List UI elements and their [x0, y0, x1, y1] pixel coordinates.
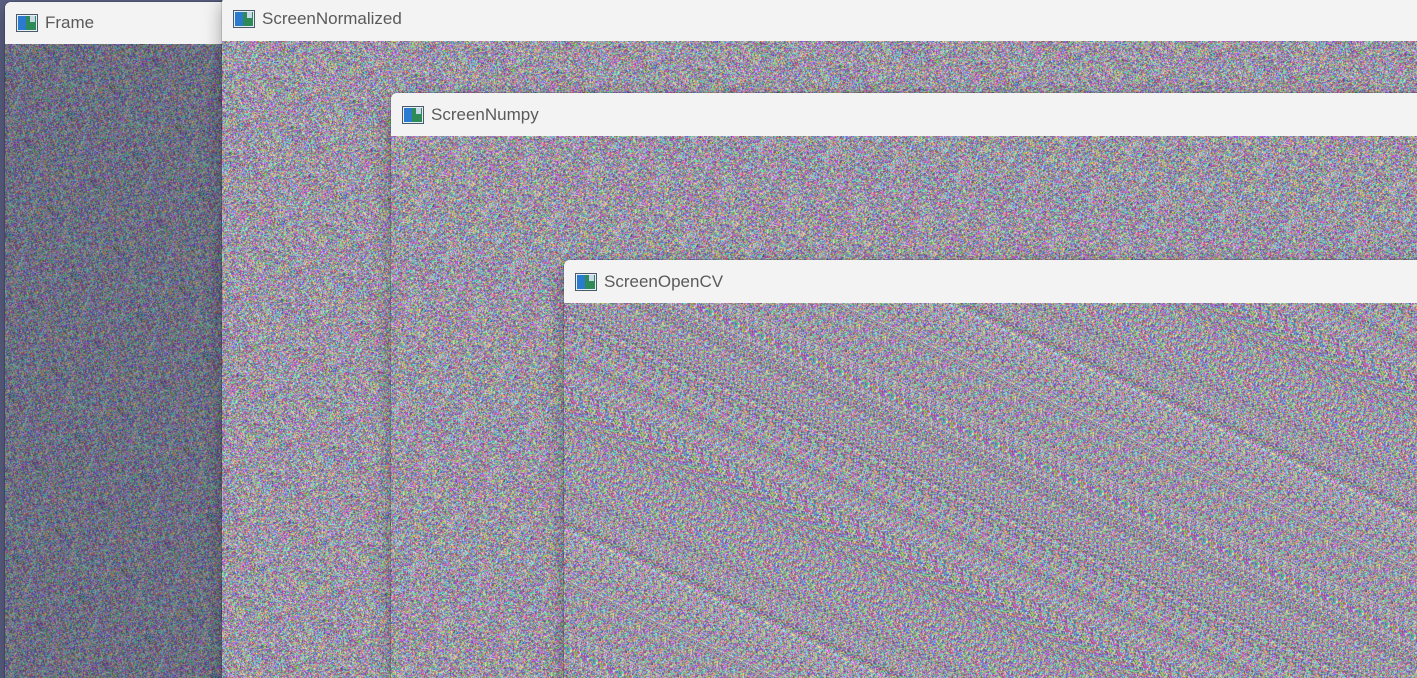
image-window-icon — [233, 10, 255, 28]
image-window-icon — [575, 272, 597, 291]
window-screen-opencv-titlebar[interactable]: ScreenOpenCV — [564, 260, 1417, 303]
image-canvas-opencv — [564, 303, 1417, 678]
window-screen-numpy-titlebar[interactable]: ScreenNumpy — [391, 93, 1417, 136]
window-screen-opencv[interactable]: ScreenOpenCV — [564, 260, 1417, 678]
desktop: Frame ScreenNormalized ScreenNumpy Scree… — [0, 0, 1417, 678]
window-title: ScreenOpenCV — [604, 271, 724, 291]
window-title: Frame — [45, 13, 95, 32]
window-screen-normalized-titlebar[interactable]: ScreenNormalized — [222, 0, 1417, 41]
window-title: ScreenNormalized — [262, 9, 402, 28]
window-title: ScreenNumpy — [431, 104, 539, 124]
image-window-icon — [16, 14, 38, 32]
image-window-icon — [402, 105, 424, 124]
